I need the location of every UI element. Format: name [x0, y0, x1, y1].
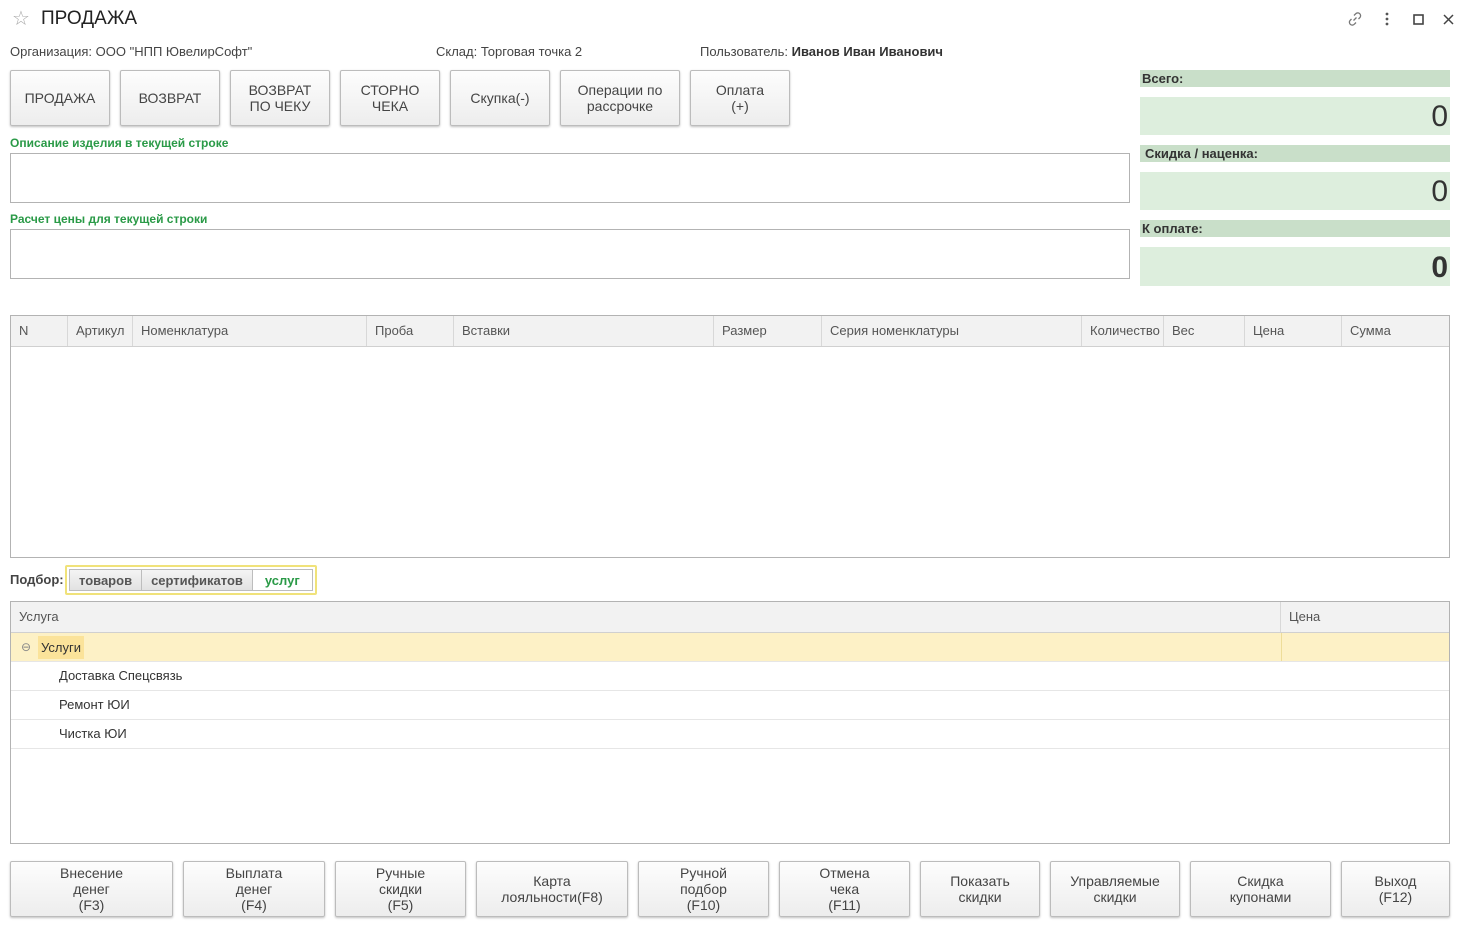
store-info: Склад: Торговая точка 2	[436, 44, 582, 60]
column-header-weight[interactable]: Вес	[1164, 316, 1245, 346]
column-header-inserts[interactable]: Вставки	[454, 316, 714, 346]
organization-label: Организация:	[10, 44, 93, 59]
sale-button[interactable]: ПРОДАЖА	[10, 70, 110, 126]
price-calc-label: Расчет цены для текущей строки	[10, 212, 208, 226]
selection-label: Подбор:	[10, 572, 64, 587]
tab-certificates[interactable]: сертификатов	[142, 569, 253, 591]
to-pay-label: К оплате:	[1140, 220, 1450, 237]
manual-discounts-button[interactable]: Ручные скидки (F5)	[335, 861, 466, 917]
store-value: Торговая точка 2	[480, 44, 583, 59]
return-by-receipt-button[interactable]: ВОЗВРАТ ПО ЧЕКУ	[230, 70, 330, 126]
column-header-series[interactable]: Серия номенклатуры	[822, 316, 1082, 346]
column-divider	[1281, 633, 1282, 661]
column-header-service[interactable]: Услуга	[11, 602, 1281, 632]
storno-receipt-button[interactable]: СТОРНО ЧЕКА	[340, 70, 440, 126]
managed-discounts-button[interactable]: Управляемые скидки	[1050, 861, 1180, 917]
description-label: Описание изделия в текущей строке	[10, 136, 229, 150]
organization-info: Организация: ООО "НПП ЮвелирСофт"	[10, 44, 252, 60]
table-row[interactable]: Чистка ЮИ	[11, 720, 1449, 749]
column-header-probe[interactable]: Проба	[367, 316, 454, 346]
table-row[interactable]: Ремонт ЮИ	[11, 691, 1449, 720]
maximize-icon[interactable]	[1407, 8, 1429, 30]
column-header-n[interactable]: N	[11, 316, 68, 346]
buyback-button[interactable]: Скупка(-)	[450, 70, 550, 126]
services-table[interactable]: Услуга Цена ⊖ Услуги Доставка Спецсвязь …	[10, 601, 1450, 844]
total-label: Всего:	[1140, 70, 1450, 87]
column-header-article[interactable]: Артикул	[68, 316, 133, 346]
collapse-icon[interactable]: ⊖	[21, 633, 31, 661]
show-discounts-button[interactable]: Показать скидки	[920, 861, 1040, 917]
loyalty-card-button[interactable]: Карта лояльности(F8)	[476, 861, 628, 917]
user-label: Пользователь:	[700, 44, 788, 59]
column-header-service-price[interactable]: Цена	[1281, 602, 1449, 632]
column-header-quantity[interactable]: Количество	[1082, 316, 1164, 346]
tab-services[interactable]: услуг	[252, 569, 313, 591]
column-header-sum[interactable]: Сумма	[1342, 316, 1449, 346]
column-header-nomenclature[interactable]: Номенклатура	[133, 316, 367, 346]
service-name: Чистка ЮИ	[59, 726, 127, 741]
service-name: Доставка Спецсвязь	[59, 668, 183, 683]
discount-value: 0	[1140, 172, 1450, 210]
organization-value: ООО "НПП ЮвелирСофт"	[95, 44, 253, 59]
items-table-header: N Артикул Номенклатура Проба Вставки Раз…	[11, 316, 1449, 347]
coupon-discount-button[interactable]: Скидка купонами	[1190, 861, 1331, 917]
return-button[interactable]: ВОЗВРАТ	[120, 70, 220, 126]
total-value: 0	[1140, 97, 1450, 135]
more-menu-icon[interactable]	[1376, 8, 1398, 30]
exit-button[interactable]: Выход (F12)	[1341, 861, 1450, 917]
store-label: Склад:	[436, 44, 478, 59]
table-row[interactable]: Доставка Спецсвязь	[11, 662, 1449, 691]
cancel-receipt-button[interactable]: Отмена чека (F11)	[779, 861, 910, 917]
tab-goods[interactable]: товаров	[69, 569, 143, 591]
manual-selection-button[interactable]: Ручной подбор (F10)	[638, 861, 769, 917]
description-field[interactable]	[10, 153, 1130, 203]
link-icon[interactable]	[1344, 8, 1366, 30]
window-title: ПРОДАЖА	[41, 8, 138, 29]
to-pay-value: 0	[1140, 247, 1450, 286]
price-calc-field[interactable]	[10, 229, 1130, 279]
services-table-header: Услуга Цена	[11, 602, 1449, 633]
favorite-star-icon[interactable]: ☆	[12, 8, 30, 30]
close-icon[interactable]	[1437, 8, 1459, 30]
installment-operations-button[interactable]: Операции по рассрочке	[560, 70, 680, 126]
group-label: Услуги	[38, 636, 84, 659]
discount-label: Скидка / наценка:	[1140, 145, 1450, 162]
user-value: Иванов Иван Иванович	[791, 44, 943, 59]
column-header-price[interactable]: Цена	[1245, 316, 1342, 346]
payment-button[interactable]: Оплата (+)	[690, 70, 790, 126]
cash-out-button[interactable]: Выплата денег (F4)	[183, 861, 325, 917]
column-header-size[interactable]: Размер	[714, 316, 822, 346]
items-table[interactable]: N Артикул Номенклатура Проба Вставки Раз…	[10, 315, 1450, 558]
cash-in-button[interactable]: Внесение денег (F3)	[10, 861, 173, 917]
service-name: Ремонт ЮИ	[59, 697, 130, 712]
user-info: Пользователь: Иванов Иван Иванович	[700, 44, 943, 60]
selection-tabs: товаров сертификатов услуг	[65, 565, 317, 595]
group-row-services[interactable]: ⊖ Услуги	[11, 633, 1449, 662]
